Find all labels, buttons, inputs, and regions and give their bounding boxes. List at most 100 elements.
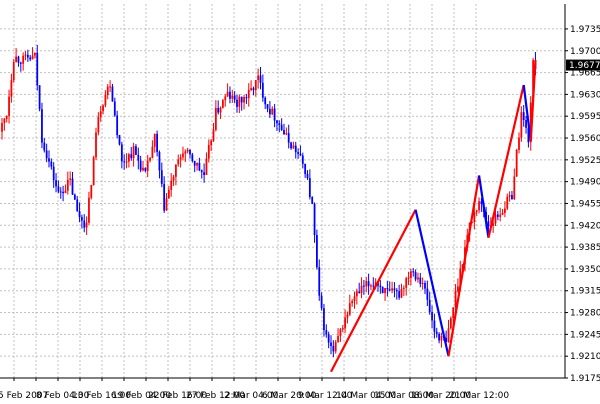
- candle-body: [50, 161, 53, 167]
- candle-body: [252, 88, 255, 91]
- candle-body: [428, 299, 431, 313]
- current-price-marker: 1.9677: [566, 59, 600, 71]
- candle-body: [358, 291, 361, 294]
- candle-body: [78, 211, 81, 218]
- candle-body: [266, 104, 269, 109]
- candle-body: [334, 341, 337, 352]
- candle-body: [95, 132, 97, 158]
- candle-body: [212, 129, 215, 141]
- candle-body: [109, 86, 111, 88]
- candle-body: [81, 217, 83, 221]
- candle-body: [311, 197, 314, 204]
- candle-body: [518, 137, 520, 150]
- candle-body: [104, 95, 107, 106]
- candle-body: [388, 289, 391, 291]
- candle-body: [487, 220, 490, 227]
- candle-body: [508, 195, 511, 197]
- candle-body: [165, 198, 168, 211]
- candle-body: [351, 301, 354, 304]
- candle-body: [339, 329, 342, 337]
- candle-body: [513, 176, 516, 200]
- candle-body: [447, 328, 450, 343]
- candle-body: [219, 107, 222, 113]
- candle-body: [207, 144, 210, 159]
- candle-body: [299, 153, 302, 156]
- candle-body: [205, 158, 208, 175]
- candle-body: [337, 336, 339, 342]
- candle-body: [217, 107, 220, 113]
- candle-body: [92, 157, 95, 186]
- candle-body: [457, 286, 459, 291]
- candlestick-chart-svg: 1.97351.97001.96651.96301.95951.95601.95…: [0, 0, 600, 401]
- price-chart: 1.9735 1.9700 1.9665 1.9630 1.9595 1.9560 1.95…: [0, 0, 600, 401]
- candle-body: [313, 203, 316, 236]
- candle-body: [261, 82, 264, 98]
- candle-body: [200, 170, 203, 173]
- candle-body: [5, 115, 8, 119]
- candle-body: [384, 288, 386, 294]
- candle-body: [226, 91, 229, 97]
- candle-body: [365, 281, 368, 287]
- candle-body: [297, 152, 299, 154]
- candle-body: [238, 96, 241, 107]
- candle-body: [316, 235, 318, 268]
- candle-body: [55, 180, 57, 187]
- candle-body: [381, 287, 384, 294]
- candle-body: [341, 328, 344, 330]
- candle-body: [66, 179, 69, 191]
- candle-body: [111, 86, 114, 102]
- candle-body: [327, 334, 330, 343]
- candle-body: [405, 278, 408, 288]
- candle-body: [475, 210, 478, 213]
- candle-body: [139, 160, 142, 171]
- candle-body: [8, 96, 10, 116]
- time-tick-label: 21 Mar 12:00: [449, 391, 509, 400]
- candle-body: [419, 277, 422, 284]
- candle-body: [400, 288, 403, 298]
- candle-body: [421, 283, 424, 285]
- candle-body: [102, 105, 104, 112]
- candle-body: [22, 55, 25, 64]
- candle-body: [198, 162, 201, 171]
- candle-body: [146, 160, 149, 171]
- candle-body: [285, 133, 288, 135]
- candle-body: [452, 307, 455, 319]
- candle-body: [250, 88, 252, 90]
- candle-body: [511, 195, 513, 200]
- candle-body: [172, 176, 175, 181]
- candle-body: [240, 96, 243, 103]
- candle-body: [12, 61, 15, 81]
- candle-body: [504, 208, 506, 213]
- candle-body: [417, 277, 419, 280]
- candle-body: [191, 154, 194, 162]
- candle-body: [355, 291, 358, 297]
- candle-body: [160, 170, 163, 184]
- candle-body: [431, 312, 433, 321]
- candle-body: [69, 178, 72, 180]
- candle-body: [280, 124, 283, 131]
- candle-body: [64, 190, 67, 194]
- candle-body: [184, 151, 187, 154]
- candle-body: [128, 154, 130, 162]
- candle-body: [3, 118, 6, 123]
- candle-body: [264, 97, 267, 105]
- candle-body: [367, 281, 370, 287]
- candle-body: [43, 142, 46, 151]
- price-tick-label: 1.9560: [570, 134, 600, 144]
- candle-body: [435, 331, 438, 334]
- candle-body: [158, 152, 161, 171]
- candle-body: [412, 271, 415, 273]
- candle-body: [236, 99, 238, 107]
- candle-body: [175, 164, 177, 177]
- candle-body: [525, 119, 527, 128]
- candle-body: [125, 161, 128, 163]
- candle-body: [57, 186, 60, 192]
- candle-body: [301, 155, 304, 164]
- candle-body: [34, 52, 36, 56]
- candle-body: [515, 149, 518, 177]
- price-tick-label: 1.9385: [570, 243, 600, 253]
- candle-body: [257, 75, 260, 81]
- candle-body: [283, 130, 285, 135]
- candle-body: [499, 214, 502, 217]
- price-tick-label: 1.9245: [570, 330, 600, 340]
